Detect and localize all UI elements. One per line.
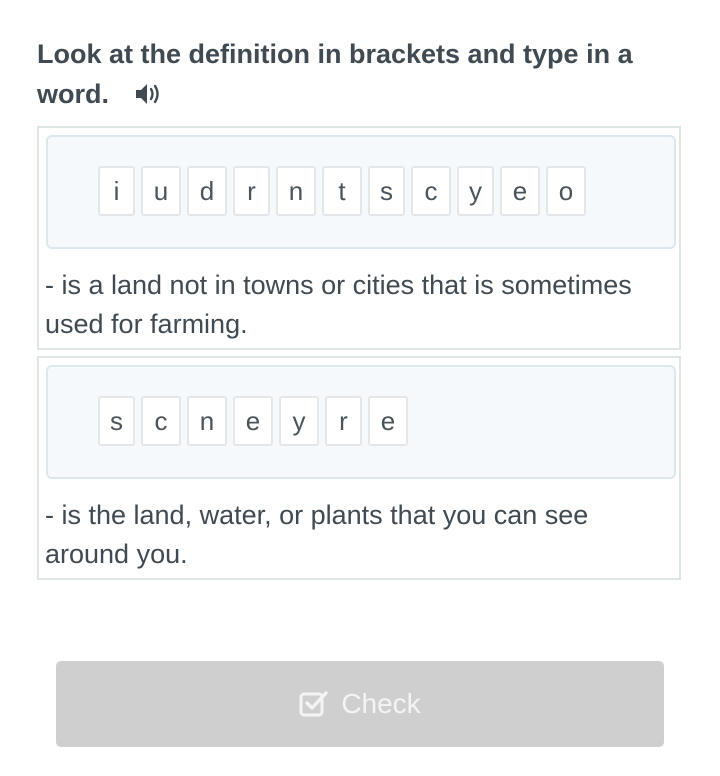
letter-tile[interactable]: c	[141, 396, 181, 446]
letter-tile[interactable]: s	[368, 166, 405, 216]
letter-tile[interactable]: n	[276, 166, 316, 216]
definition-text: - is a land not in towns or cities that …	[45, 270, 632, 339]
letter-tile[interactable]: c	[411, 166, 451, 216]
letter-tile[interactable]: s	[98, 396, 135, 446]
letter-tile[interactable]: i	[98, 166, 135, 216]
definition-text: - is the land, water, or plants that you…	[45, 500, 589, 569]
checkbox-icon	[299, 689, 329, 719]
letter-tiles-area: i u d r n t s c y e o	[46, 135, 676, 249]
letter-tile[interactable]: d	[187, 166, 227, 216]
letter-tile[interactable]: r	[325, 396, 362, 446]
check-button-label: Check	[341, 688, 421, 719]
letter-tiles: i u d r n t s c y e o	[98, 166, 586, 216]
letter-tile[interactable]: y	[279, 396, 319, 446]
letter-tiles-area: s c n e y r e	[46, 365, 676, 479]
question-card-2: s c n e y r e - is the land, water, or p…	[37, 356, 681, 580]
check-button[interactable]: Check	[56, 661, 664, 747]
letter-tile[interactable]: e	[233, 396, 273, 446]
letter-tile[interactable]: n	[187, 396, 227, 446]
question-card-1: i u d r n t s c y e o - is a land not in…	[37, 126, 681, 350]
instruction-text: Look at the definition in brackets and t…	[37, 39, 633, 109]
letter-tile[interactable]: o	[546, 166, 586, 216]
letter-tile[interactable]: r	[233, 166, 270, 216]
letter-tile[interactable]: t	[322, 166, 362, 216]
letter-tile[interactable]: e	[368, 396, 408, 446]
instruction-title: Look at the definition in brackets and t…	[37, 34, 697, 114]
letter-tile[interactable]: y	[457, 166, 494, 216]
letter-tiles: s c n e y r e	[98, 396, 408, 446]
speaker-icon[interactable]	[133, 81, 163, 107]
letter-tile[interactable]: e	[500, 166, 540, 216]
letter-tile[interactable]: u	[141, 166, 181, 216]
